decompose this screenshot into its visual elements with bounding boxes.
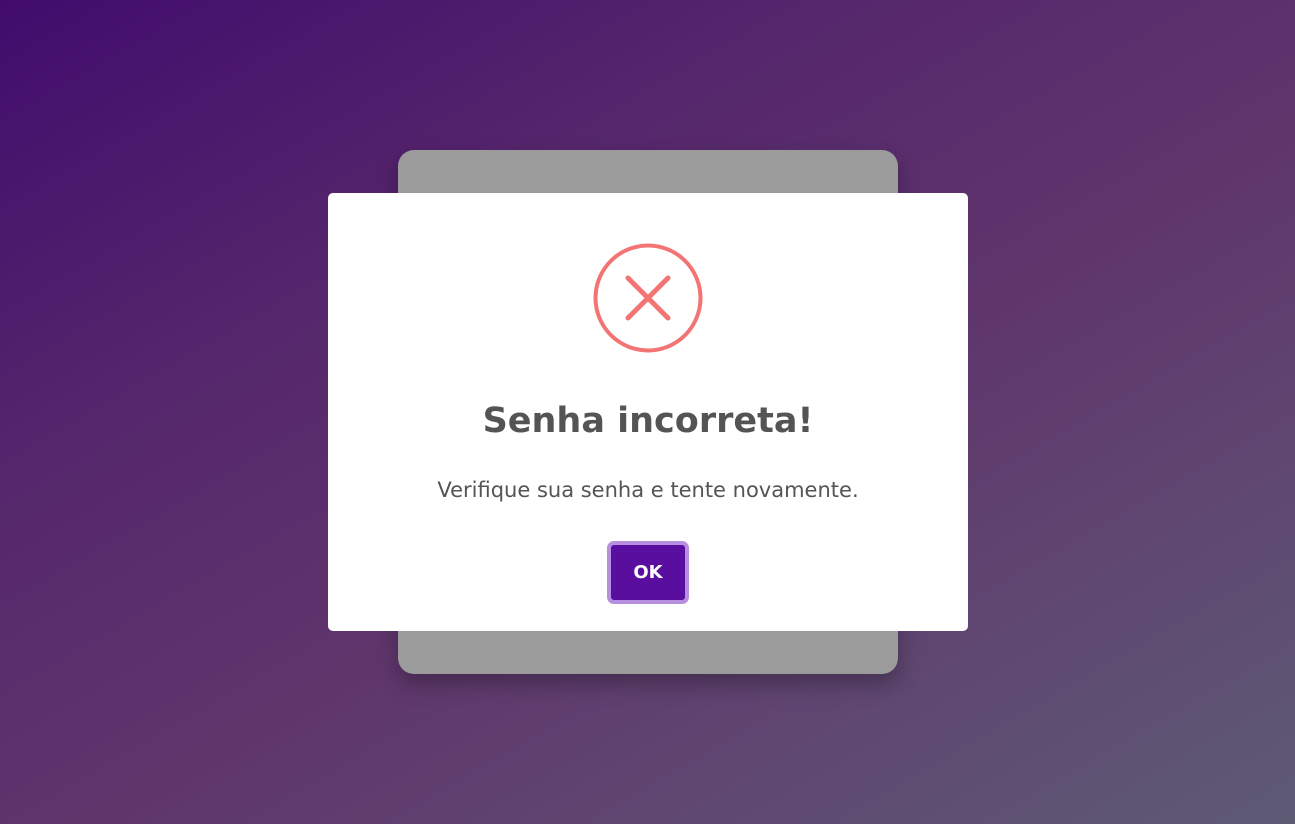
modal-overlay: Senha incorreta! Verifique sua senha e t…	[0, 0, 1295, 824]
dialog-title: Senha incorreta!	[482, 401, 814, 441]
dialog-message: Verifique sua senha e tente novamente.	[437, 478, 859, 502]
error-dialog: Senha incorreta! Verifique sua senha e t…	[328, 193, 968, 631]
error-x-icon	[593, 243, 703, 353]
ok-button[interactable]: OK	[607, 541, 689, 604]
